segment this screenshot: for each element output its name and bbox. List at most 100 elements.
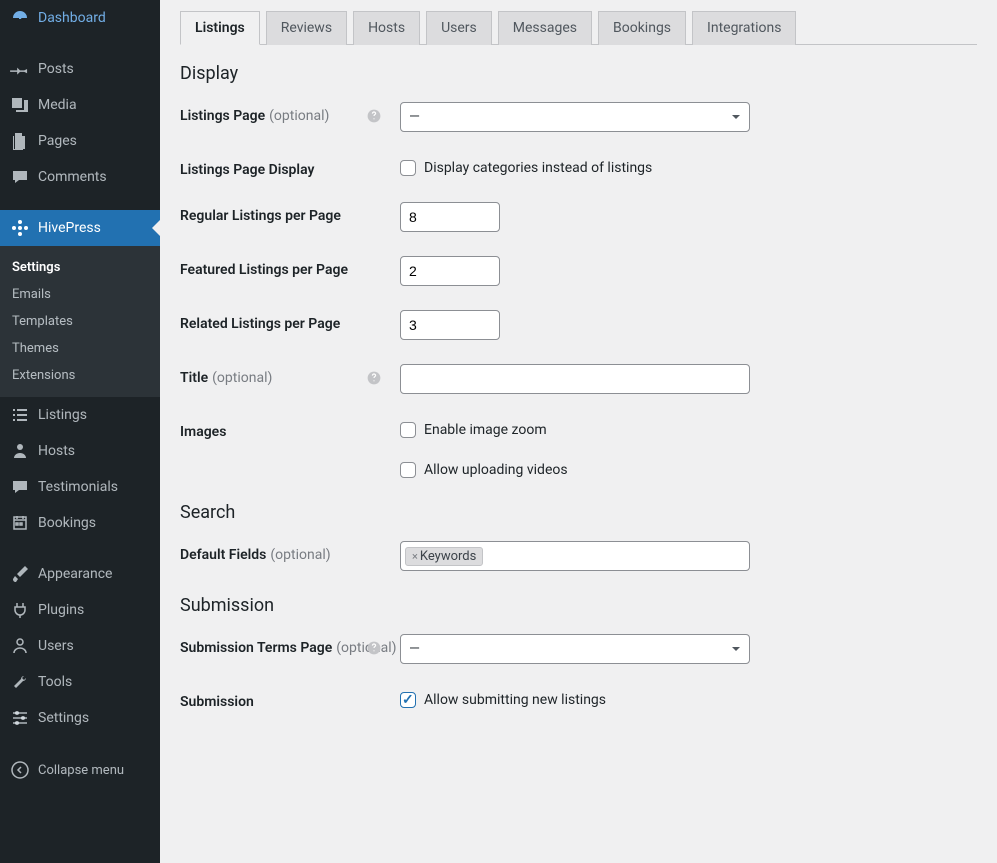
checkbox-allow-submitting[interactable] [400, 692, 416, 708]
token-remove-icon[interactable]: × [412, 550, 418, 563]
label-regular-per-page: Regular Listings per Page [180, 202, 400, 224]
checkbox-display-categories[interactable] [400, 160, 416, 176]
row-images: Images Enable image zoom [180, 418, 977, 440]
sidebar-item-pages[interactable]: Pages [0, 123, 160, 159]
tab-integrations[interactable]: Integrations [692, 11, 796, 45]
input-related-per-page[interactable] [400, 310, 500, 340]
checkbox-label: Enable image zoom [424, 422, 547, 438]
collapse-icon [10, 760, 30, 780]
token-label: Keywords [420, 549, 476, 564]
hivepress-icon [10, 218, 30, 238]
sidebar-item-label: Hosts [38, 443, 75, 459]
sidebar-item-testimonials[interactable]: Testimonials [0, 469, 160, 505]
tab-messages[interactable]: Messages [498, 11, 592, 45]
label-listings-page: Listings Page (optional) [180, 102, 400, 124]
help-icon[interactable] [366, 108, 382, 124]
row-listings-page: Listings Page (optional) — [180, 102, 977, 132]
sidebar-submenu: Settings Emails Templates Themes Extensi… [0, 246, 160, 397]
sliders-icon [10, 708, 30, 728]
help-icon[interactable] [366, 640, 382, 656]
sidebar-item-label: Posts [38, 61, 74, 77]
checkbox-image-zoom[interactable] [400, 422, 416, 438]
admin-sidebar: Dashboard Posts Media Pages Comments Hiv… [0, 0, 160, 863]
optional-text: (optional) [270, 547, 330, 563]
submenu-item-settings[interactable]: Settings [0, 254, 160, 281]
submenu-item-extensions[interactable]: Extensions [0, 362, 160, 389]
main-content: Listings Reviews Hosts Users Messages Bo… [160, 0, 997, 863]
sidebar-item-label: HivePress [38, 220, 101, 236]
label-submission: Submission [180, 688, 400, 710]
sidebar-item-hosts[interactable]: Hosts [0, 433, 160, 469]
input-title[interactable] [400, 364, 750, 394]
sidebar-item-tools[interactable]: Tools [0, 664, 160, 700]
pages-icon [10, 131, 30, 151]
submenu-item-emails[interactable]: Emails [0, 281, 160, 308]
sidebar-item-bookings[interactable]: Bookings [0, 505, 160, 541]
tab-hosts[interactable]: Hosts [353, 11, 420, 45]
user-icon [10, 636, 30, 656]
label-featured-per-page: Featured Listings per Page [180, 256, 400, 278]
testimonials-icon [10, 477, 30, 497]
checkbox-allow-videos[interactable] [400, 462, 416, 478]
label-related-per-page: Related Listings per Page [180, 310, 400, 332]
sidebar-item-media[interactable]: Media [0, 87, 160, 123]
row-title: Title (optional) [180, 364, 977, 394]
sidebar-item-users[interactable]: Users [0, 628, 160, 664]
user-solid-icon [10, 441, 30, 461]
help-icon[interactable] [366, 370, 382, 386]
wrench-icon [10, 672, 30, 692]
select-listings-page[interactable]: — [400, 102, 750, 132]
sidebar-item-label: Dashboard [38, 10, 106, 26]
sidebar-item-comments[interactable]: Comments [0, 159, 160, 195]
section-submission: Submission [180, 595, 977, 616]
input-featured-per-page[interactable] [400, 256, 500, 286]
sidebar-item-posts[interactable]: Posts [0, 51, 160, 87]
optional-text: (optional) [269, 108, 329, 124]
row-listings-page-display: Listings Page Display Display categories… [180, 156, 977, 178]
plug-icon [10, 600, 30, 620]
list-icon [10, 405, 30, 425]
sidebar-item-settings[interactable]: Settings [0, 700, 160, 736]
sidebar-item-label: Plugins [38, 602, 84, 618]
section-display: Display [180, 63, 977, 84]
sidebar-item-plugins[interactable]: Plugins [0, 592, 160, 628]
row-submission: Submission Allow submitting new listings [180, 688, 977, 710]
label-text: Featured Listings per Page [180, 262, 348, 278]
token-input-default-fields[interactable]: × Keywords [400, 541, 750, 571]
sidebar-item-label: Listings [38, 407, 87, 423]
label-text: Images [180, 424, 226, 440]
submenu-item-templates[interactable]: Templates [0, 308, 160, 335]
sidebar-item-label: Comments [38, 169, 107, 185]
collapse-menu-button[interactable]: Collapse menu [0, 751, 160, 788]
sidebar-item-listings[interactable]: Listings [0, 397, 160, 433]
sidebar-item-dashboard[interactable]: Dashboard [0, 0, 160, 36]
settings-tabs: Listings Reviews Hosts Users Messages Bo… [180, 10, 977, 45]
tab-users[interactable]: Users [426, 11, 492, 45]
label-text: Regular Listings per Page [180, 208, 341, 224]
label-images: Images [180, 418, 400, 440]
tab-listings[interactable]: Listings [180, 11, 260, 45]
label-default-fields: Default Fields (optional) [180, 541, 400, 563]
tab-bookings[interactable]: Bookings [598, 11, 686, 45]
comments-icon [10, 167, 30, 187]
sidebar-item-label: Settings [38, 710, 89, 726]
sidebar-item-label: Appearance [38, 566, 112, 582]
label-text: Title [180, 370, 208, 386]
label-text: Related Listings per Page [180, 316, 340, 332]
row-related-per-page: Related Listings per Page [180, 310, 977, 340]
label-text: Default Fields [180, 547, 266, 563]
label-submission-terms: Submission Terms Page (optional) [180, 634, 400, 656]
submenu-item-themes[interactable]: Themes [0, 335, 160, 362]
calendar-icon [10, 513, 30, 533]
token-keywords[interactable]: × Keywords [405, 547, 483, 566]
input-regular-per-page[interactable] [400, 202, 500, 232]
sidebar-item-hivepress[interactable]: HivePress [0, 210, 160, 246]
sidebar-item-appearance[interactable]: Appearance [0, 556, 160, 592]
section-search: Search [180, 502, 977, 523]
checkbox-label: Allow submitting new listings [424, 692, 606, 708]
sidebar-item-label: Media [38, 97, 77, 113]
sidebar-item-label: Pages [38, 133, 77, 149]
select-submission-terms[interactable]: — [400, 634, 750, 664]
row-featured-per-page: Featured Listings per Page [180, 256, 977, 286]
tab-reviews[interactable]: Reviews [266, 11, 347, 45]
